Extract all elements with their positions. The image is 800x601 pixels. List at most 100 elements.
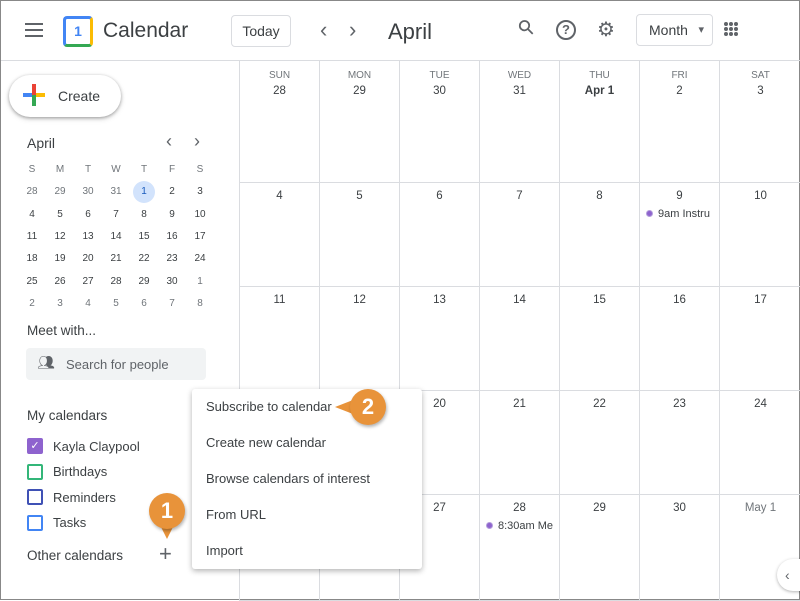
day-number[interactable]: 16 <box>640 294 719 306</box>
menu-item-subscribe[interactable]: Subscribe to calendar <box>192 389 422 425</box>
prev-month-icon[interactable]: ‹ <box>320 17 327 43</box>
mini-day[interactable]: 12 <box>46 226 74 248</box>
day-cell[interactable]: 13 <box>399 287 479 391</box>
mini-day[interactable]: 28 <box>18 181 46 203</box>
day-cell[interactable]: 7 <box>479 183 559 287</box>
day-number[interactable]: 7 <box>480 190 559 202</box>
day-number[interactable]: 9 <box>640 190 719 202</box>
day-number[interactable]: 8 <box>560 190 639 202</box>
day-number[interactable]: 23 <box>640 398 719 410</box>
day-cell[interactable]: 23 <box>639 391 719 495</box>
calendar-item[interactable]: Birthdays <box>27 463 107 480</box>
day-cell[interactable]: WED 31 <box>479 61 559 183</box>
mini-day[interactable]: 2 <box>18 293 46 315</box>
mini-day[interactable]: 22 <box>130 248 158 270</box>
my-calendars-heading[interactable]: My calendars <box>27 408 107 423</box>
calendar-item[interactable]: Reminders <box>27 489 116 505</box>
day-cell[interactable]: 12 <box>319 287 399 391</box>
mini-day[interactable]: 1 <box>133 181 155 204</box>
mini-day[interactable]: 2 <box>158 181 186 203</box>
day-number[interactable]: 10 <box>720 190 800 202</box>
mini-day[interactable]: 7 <box>102 204 130 226</box>
event-chip[interactable]: 9am Instru <box>640 208 719 220</box>
day-cell[interactable]: TUE 30 <box>399 61 479 183</box>
mini-day[interactable]: 14 <box>102 226 130 248</box>
day-cell[interactable]: 21 <box>479 391 559 495</box>
mini-day[interactable]: 4 <box>74 293 102 315</box>
mini-day[interactable]: 29 <box>46 181 74 203</box>
day-number[interactable]: 3 <box>720 85 800 97</box>
mini-day[interactable]: 7 <box>158 293 186 315</box>
search-icon[interactable]: ⚲ <box>512 13 540 41</box>
mini-day[interactable]: 25 <box>18 271 46 293</box>
create-button[interactable]: Create <box>9 75 121 117</box>
checkbox-icon[interactable]: ✓ <box>27 438 43 454</box>
view-selector[interactable]: Month ▾ <box>636 14 713 46</box>
checkbox-icon[interactable] <box>27 463 43 480</box>
day-cell[interactable]: 14 <box>479 287 559 391</box>
mini-day[interactable]: 13 <box>74 226 102 248</box>
day-cell[interactable]: 10 <box>719 183 800 287</box>
search-people-input[interactable]: 👥︎ Search for people <box>26 348 206 380</box>
mini-day[interactable]: 3 <box>186 181 214 203</box>
day-number[interactable]: 11 <box>240 294 319 306</box>
mini-day[interactable]: 21 <box>102 248 130 270</box>
menu-item-browse[interactable]: Browse calendars of interest <box>192 461 422 497</box>
main-menu-icon[interactable] <box>25 23 43 41</box>
day-cell[interactable]: 17 <box>719 287 800 391</box>
calendar-item[interactable]: Tasks <box>27 514 86 531</box>
day-number[interactable]: 29 <box>320 85 399 97</box>
mini-day[interactable]: 30 <box>74 181 102 203</box>
mini-day[interactable]: 23 <box>158 248 186 270</box>
day-cell[interactable]: 5 <box>319 183 399 287</box>
mini-day[interactable]: 15 <box>130 226 158 248</box>
next-month-icon[interactable]: › <box>349 17 356 43</box>
mini-day[interactable]: 8 <box>186 293 214 315</box>
day-number[interactable]: 30 <box>400 85 479 97</box>
mini-day[interactable]: 5 <box>102 293 130 315</box>
mini-prev-icon[interactable]: ‹ <box>166 131 172 152</box>
day-number[interactable]: 15 <box>560 294 639 306</box>
mini-day[interactable]: 3 <box>46 293 74 315</box>
day-number[interactable]: 21 <box>480 398 559 410</box>
menu-item-create-new[interactable]: Create new calendar <box>192 425 422 461</box>
day-number[interactable]: 24 <box>720 398 800 410</box>
day-number[interactable]: Apr 1 <box>560 85 639 97</box>
day-number[interactable]: 22 <box>560 398 639 410</box>
menu-item-from-url[interactable]: From URL <box>192 497 422 533</box>
day-cell[interactable]: 11 <box>239 287 319 391</box>
day-cell[interactable]: THU Apr 1 <box>559 61 639 183</box>
day-cell[interactable]: FRI 2 <box>639 61 719 183</box>
day-number[interactable]: 14 <box>480 294 559 306</box>
today-button[interactable]: Today <box>231 15 291 47</box>
mini-day[interactable]: 31 <box>102 181 130 203</box>
mini-day[interactable]: 29 <box>130 271 158 293</box>
mini-day[interactable]: 1 <box>186 271 214 293</box>
menu-item-import[interactable]: Import <box>192 533 422 569</box>
day-cell[interactable]: 9 9am Instru <box>639 183 719 287</box>
day-cell[interactable]: SUN 28 <box>239 61 319 183</box>
day-number[interactable]: 28 <box>240 85 319 97</box>
day-cell[interactable]: 6 <box>399 183 479 287</box>
day-number[interactable]: 29 <box>560 502 639 514</box>
mini-day[interactable]: 26 <box>46 271 74 293</box>
day-cell[interactable]: SAT 3 <box>719 61 800 183</box>
day-number[interactable]: May 1 <box>720 502 800 514</box>
mini-day[interactable]: 11 <box>18 226 46 248</box>
calendar-item[interactable]: ✓ Kayla Claypool <box>27 438 140 454</box>
mini-day[interactable]: 10 <box>186 204 214 226</box>
day-number[interactable]: 30 <box>640 502 719 514</box>
mini-next-icon[interactable]: › <box>194 131 200 152</box>
add-other-calendar-icon[interactable]: + <box>159 541 172 567</box>
day-cell[interactable]: 15 <box>559 287 639 391</box>
mini-day[interactable]: 8 <box>130 204 158 226</box>
day-number[interactable]: 17 <box>720 294 800 306</box>
day-cell[interactable]: 24 <box>719 391 800 495</box>
mini-day[interactable]: 6 <box>74 204 102 226</box>
mini-day[interactable]: 20 <box>74 248 102 270</box>
checkbox-icon[interactable] <box>27 514 43 531</box>
apps-grid-icon[interactable] <box>724 22 738 36</box>
day-number[interactable]: 13 <box>400 294 479 306</box>
mini-day[interactable]: 18 <box>18 248 46 270</box>
mini-day[interactable]: 27 <box>74 271 102 293</box>
